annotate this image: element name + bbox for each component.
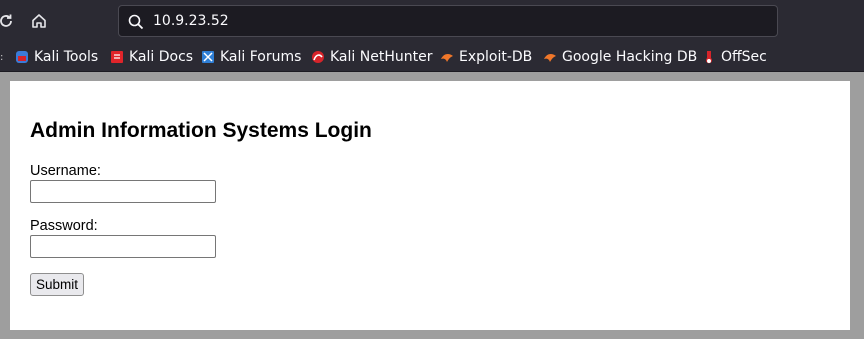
password-input[interactable] [30, 235, 216, 258]
bookmarks-bar: : Kali Tools Kali Docs Kali Forums Kali … [0, 41, 864, 72]
google-hacking-db-icon [544, 54, 556, 62]
bookmark-exploit-db[interactable]: Exploit-DB [440, 48, 532, 66]
username-label: Username: [30, 163, 101, 179]
reload-icon[interactable] [0, 9, 18, 33]
bookmark-google-hacking-db[interactable]: Google Hacking DB [543, 48, 697, 66]
bookmark-label: Exploit-DB [459, 49, 533, 65]
password-label: Password: [30, 218, 98, 234]
bookmark-kali-nethunter[interactable]: Kali NetHunter [311, 48, 432, 66]
kali-tools-icon [16, 51, 28, 63]
bookmark-offsec[interactable]: OffSec [702, 48, 767, 66]
kali-nethunter-icon [312, 51, 324, 63]
kali-forums-icon [202, 51, 214, 63]
username-input[interactable] [30, 180, 216, 203]
bookmark-kali-forums[interactable]: Kali Forums [201, 48, 301, 66]
home-icon[interactable] [27, 9, 51, 33]
bookmarks-overflow-edge-icon: : [0, 52, 4, 63]
bookmark-label: OffSec [721, 49, 767, 65]
bookmark-label: Kali Tools [34, 49, 99, 65]
bookmark-label: Kali Docs [129, 49, 194, 65]
url-text: 10.9.23.52 [153, 13, 229, 29]
browser-toolbar: 10.9.23.52 [0, 0, 864, 41]
bookmark-label: Kali NetHunter [330, 49, 433, 65]
page-content: Admin Information Systems Login Username… [10, 81, 850, 330]
bookmark-kali-docs[interactable]: Kali Docs [110, 48, 193, 66]
submit-button[interactable]: Submit [30, 273, 85, 296]
page-title: Admin Information Systems Login [30, 119, 372, 142]
search-icon [127, 13, 145, 31]
bookmark-label: Kali Forums [220, 49, 302, 65]
offsec-icon [706, 51, 712, 64]
bookmark-label: Google Hacking DB [562, 49, 698, 65]
bookmark-kali-tools[interactable]: Kali Tools [15, 48, 98, 66]
exploit-db-icon [441, 54, 453, 62]
address-bar[interactable]: 10.9.23.52 [118, 5, 778, 37]
kali-docs-icon [111, 51, 123, 63]
